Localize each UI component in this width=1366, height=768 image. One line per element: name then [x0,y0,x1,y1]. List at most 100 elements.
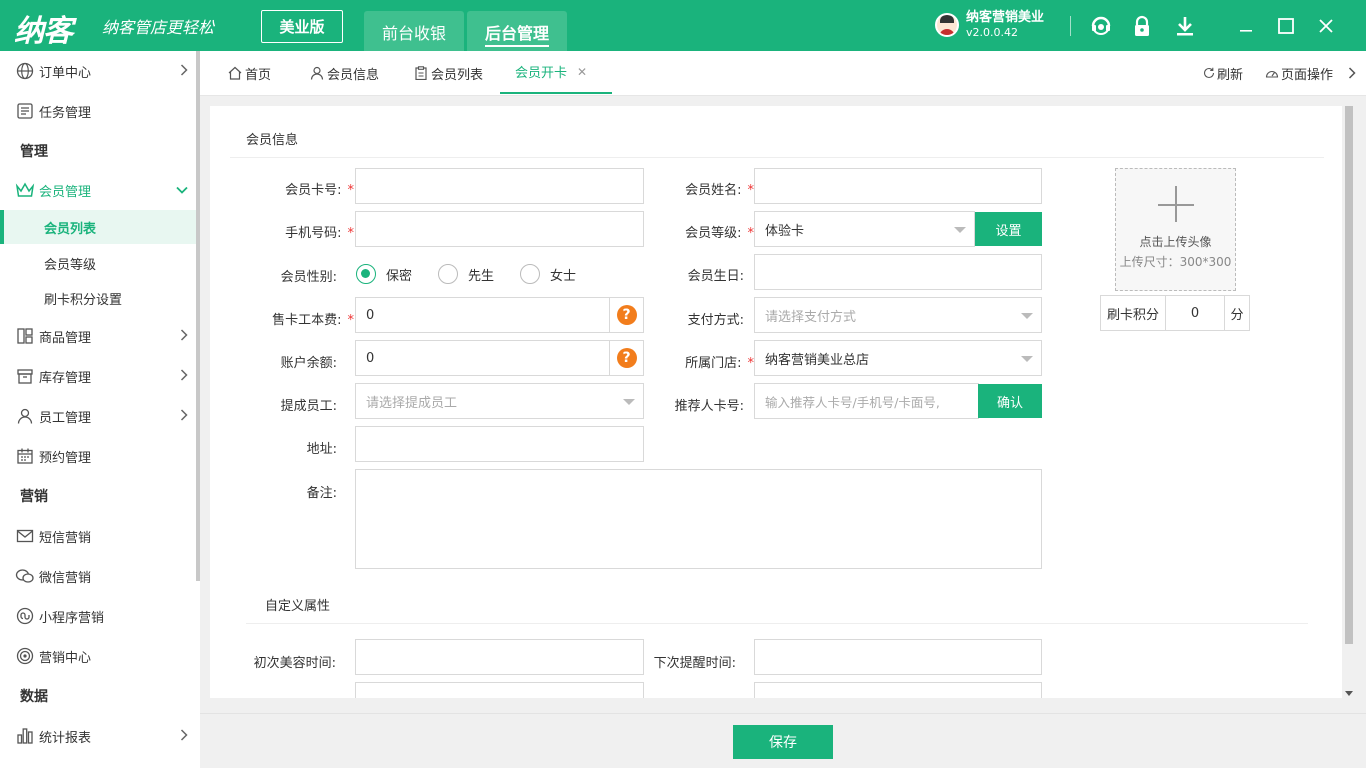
tab-open-card-label: 会员开卡 [515,66,568,81]
level-label-text: 会员等级: [685,226,742,241]
sidebar-section-marketing: 营销 [20,489,48,505]
radio-icon [520,264,540,284]
commission-label: 提成员工: [280,399,337,414]
level-select[interactable]: 体验卡 [754,211,975,247]
sidebar-item-label: 统计报表 [39,730,92,746]
store-label-text: 所属门店: [685,356,742,371]
sidebar-item-members[interactable]: 会员管理 [0,171,196,209]
gender-radio-secret[interactable]: 保密 [356,264,412,284]
bar-chart-icon [15,726,35,746]
save-button[interactable]: 保存 [733,725,833,759]
sidebar-item-tasks[interactable]: 任务管理 [0,92,196,130]
user-name: 纳客营销美业 [966,10,1045,25]
calendar-icon [15,446,35,466]
points-input[interactable]: 0 [1165,295,1225,331]
nav-tab-backend[interactable]: 后台管理 [467,11,567,51]
name-label: 会员姓名: * [685,183,754,198]
avatar [935,13,959,37]
avatar-upload[interactable]: 点击上传头像 上传尺寸：300*300 [1115,168,1236,291]
birthday-input[interactable] [754,254,1042,290]
sidebar-item-card-points[interactable]: 刷卡积分设置 [0,281,196,315]
lock-icon[interactable] [1129,13,1155,39]
user-menu[interactable]: 纳客营销美业 v2.0.0.42 [935,10,1044,40]
chevron-right-icon [180,409,188,425]
sidebar-item-orders[interactable]: 订单中心 [0,52,196,90]
store-select[interactable]: 纳客营销美业总店 [754,340,1042,376]
tab-open-card[interactable]: 会员开卡 ✕ [500,51,612,94]
payment-select[interactable]: 请选择支付方式 [754,297,1042,333]
sidebar-item-member-list[interactable]: 会员列表 [0,210,196,244]
sidebar-item-member-level[interactable]: 会员等级 [0,246,196,280]
sidebar-item-booking[interactable]: 预约管理 [0,437,196,475]
sidebar-item-label: 订单中心 [39,65,92,81]
card-cost-input[interactable]: 0 ? [355,297,644,333]
gender-option-label: 先生 [468,268,495,284]
tab-member-info[interactable]: 会员信息 [310,51,379,95]
tabs-scroll-right-icon[interactable] [1348,51,1356,95]
balance-input[interactable]: 0 ? [355,340,644,376]
referrer-confirm-button[interactable]: 确认 [978,384,1042,418]
help-icon[interactable]: ? [616,305,637,325]
page-ops-button[interactable]: 页面操作 [1265,51,1333,95]
chevron-down-icon [176,183,188,198]
maximize-icon[interactable] [1273,13,1299,39]
sidebar-scrollbar-thumb[interactable] [196,51,200,581]
phone-input[interactable] [355,211,644,247]
sidebar-item-stats[interactable]: 统计报表 [0,717,196,755]
app-slogan: 纳客管店更轻松 [102,18,215,37]
store-label: 所属门店: * [685,356,754,371]
top-bar: 纳客 纳客管店更轻松 美业版 前台收银 后台管理 纳客营销美业 v2.0.0.4… [0,0,1366,51]
payment-placeholder: 请选择支付方式 [765,309,857,325]
gender-option-label: 保密 [386,268,413,284]
content-scrollbar[interactable] [1342,106,1356,698]
support-icon[interactable] [1088,13,1114,39]
chevron-right-icon [180,64,188,80]
sidebar-item-stock[interactable]: 库存管理 [0,357,196,395]
radio-checked-icon [356,264,376,284]
card-no-input[interactable] [355,168,644,204]
tab-close-icon[interactable]: ✕ [577,65,587,79]
points-unit: 分 [1224,295,1250,331]
name-input[interactable] [754,168,1042,204]
custom-field-input[interactable] [754,682,1042,698]
page-tabs-bar: 首页 会员信息 会员列表 会员开卡 ✕ 刷新 页面操作 [200,51,1366,96]
help-icon[interactable]: ? [616,348,637,368]
gender-radio-female[interactable]: 女士 [520,264,576,284]
tab-member-list[interactable]: 会员列表 [414,51,483,95]
sidebar-item-wechat[interactable]: 微信营销 [0,557,196,595]
download-icon[interactable] [1172,13,1198,39]
first-beauty-label: 初次美容时间: [253,656,336,671]
sidebar-item-miniapp[interactable]: 小程序营销 [0,597,196,635]
content-scrollbar-thumb[interactable] [1345,106,1353,644]
level-select-value: 体验卡 [765,223,805,239]
referrer-input[interactable]: 输入推荐人卡号/手机号/卡面号, [754,383,979,419]
sidebar-item-marketing-center[interactable]: 营销中心 [0,637,196,675]
close-icon[interactable] [1313,13,1339,39]
nav-tab-cashier[interactable]: 前台收银 [364,11,464,51]
crown-icon [15,180,35,200]
sidebar-item-sms[interactable]: 短信营销 [0,517,196,555]
section-divider [246,623,1308,624]
gender-label: 会员性别: [280,270,337,285]
refresh-button[interactable]: 刷新 [1203,51,1243,95]
gender-radio-male[interactable]: 先生 [438,264,494,284]
sidebar-item-goods[interactable]: 商品管理 [0,317,196,355]
sidebar-scrollbar[interactable] [196,51,200,768]
edition-button[interactable]: 美业版 [261,10,343,43]
scroll-down-icon[interactable] [1345,691,1353,696]
minimize-icon[interactable] [1233,13,1259,39]
tab-member-list-label: 会员列表 [431,67,484,83]
commission-select[interactable]: 请选择提成员工 [355,383,644,419]
sidebar-item-staff[interactable]: 员工管理 [0,397,196,435]
phone-label-text: 手机号码: [285,226,342,241]
first-beauty-input[interactable] [355,639,644,675]
commission-placeholder: 请选择提成员工 [366,395,458,411]
card-cost-value: 0 [366,307,375,323]
tab-home[interactable]: 首页 [228,51,271,95]
globe-icon [15,61,35,81]
next-remind-input[interactable] [754,639,1042,675]
custom-field-input[interactable] [355,682,644,698]
address-input[interactable] [355,426,644,462]
remark-textarea[interactable] [355,469,1042,569]
level-set-button[interactable]: 设置 [975,212,1042,246]
